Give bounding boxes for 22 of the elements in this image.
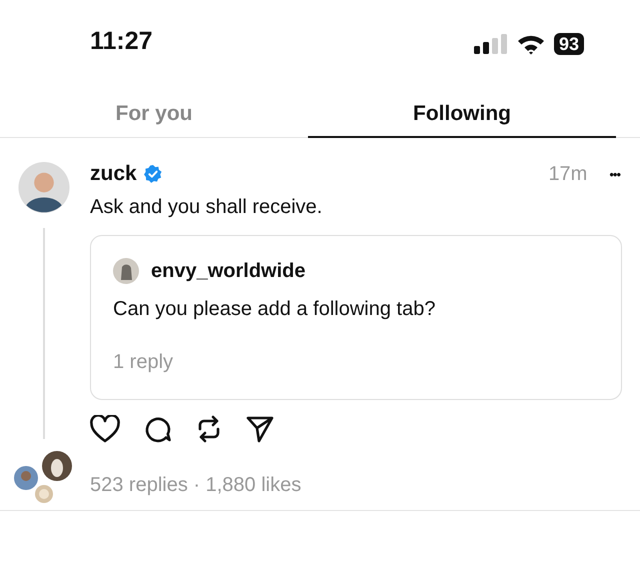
avatar-icon bbox=[35, 485, 53, 504]
avatar-icon bbox=[42, 451, 72, 482]
more-button[interactable]: ••• bbox=[607, 166, 622, 182]
wifi-icon bbox=[516, 33, 545, 55]
signal-icon bbox=[474, 33, 508, 55]
status-time: 11:27 bbox=[90, 27, 153, 56]
post-text: Ask and you shall receive. bbox=[90, 196, 324, 219]
repost-icon[interactable] bbox=[196, 414, 222, 444]
send-icon[interactable] bbox=[246, 415, 274, 443]
battery-indicator: 93 bbox=[554, 33, 584, 55]
comment-icon[interactable] bbox=[144, 415, 172, 443]
quoted-author[interactable]: envy_worldwide bbox=[151, 260, 306, 282]
feed-tab[interactable]: Following bbox=[308, 96, 616, 138]
avatar-icon bbox=[14, 466, 38, 490]
author-name[interactable]: zuck bbox=[90, 162, 137, 186]
avatar-icon bbox=[113, 258, 139, 284]
heart-icon[interactable] bbox=[90, 415, 120, 443]
post-time: 17m bbox=[548, 162, 588, 186]
feed-tab[interactable]: For you bbox=[0, 96, 308, 138]
quoted-post[interactable]: envy_worldwide Can you please add a following tab? 1 reply bbox=[90, 235, 622, 400]
quoted-text: Can you please add a following tab? bbox=[113, 298, 436, 321]
avatar-icon[interactable] bbox=[18, 162, 70, 214]
